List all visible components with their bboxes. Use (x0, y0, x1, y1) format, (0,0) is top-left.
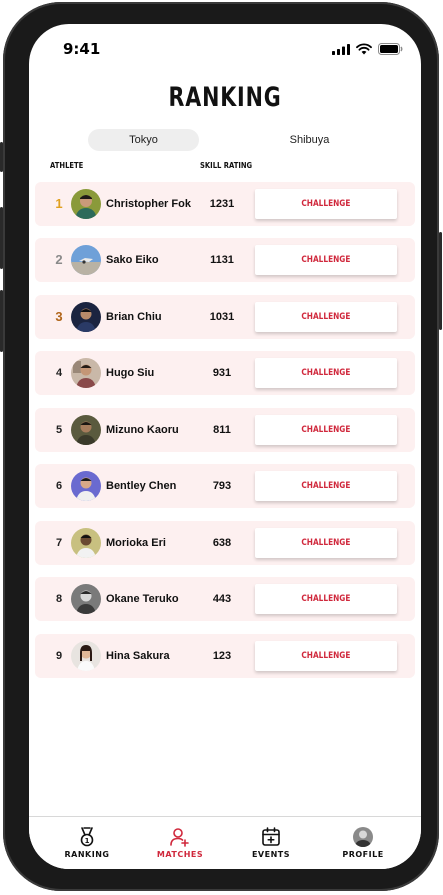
challenge-button[interactable]: CHALLENGE (255, 641, 397, 671)
skill-rating: 638 (212, 537, 232, 549)
athlete-name[interactable]: Hina Sakura (106, 634, 170, 678)
status-time: 9:41 (63, 40, 101, 58)
signal-icon (332, 43, 350, 55)
tab-events-label: EVENTS (251, 850, 291, 859)
ranking-row: 2 Sako Eiko 1131 CHALLENGE (35, 238, 415, 282)
avatar[interactable] (71, 245, 101, 275)
avatar[interactable] (71, 302, 101, 332)
tab-ranking[interactable]: 1 RANKING (47, 817, 127, 869)
skill-rating: 931 (212, 367, 232, 379)
challenge-button[interactable]: CHALLENGE (255, 189, 397, 219)
challenge-button[interactable]: CHALLENGE (255, 471, 397, 501)
location-segmented-control: Tokyo Shibuya (88, 129, 364, 151)
challenge-button-label: CHALLENGE (301, 481, 351, 491)
avatar[interactable] (71, 584, 101, 614)
ranking-row: 6 Bentley Chen 793 CHALLENGE (35, 464, 415, 508)
rank-number: 9 (55, 650, 63, 662)
rank-number: 4 (55, 367, 63, 379)
athlete-name[interactable]: Sako Eiko (106, 238, 159, 282)
challenge-button-label: CHALLENGE (301, 255, 351, 265)
wifi-icon (356, 43, 372, 55)
battery-icon (378, 43, 403, 55)
challenge-button-label: CHALLENGE (301, 425, 351, 435)
rank-number: 2 (55, 252, 63, 267)
athlete-name[interactable]: Okane Teruko (106, 577, 179, 621)
athlete-name[interactable]: Morioka Eri (106, 521, 166, 565)
tab-profile[interactable]: PROFILE (323, 817, 403, 869)
rank-number: 7 (55, 537, 63, 549)
avatar[interactable] (71, 641, 101, 671)
medal-icon: 1 (80, 827, 94, 847)
tab-shibuya[interactable]: Shibuya (254, 129, 365, 151)
avatar[interactable] (71, 528, 101, 558)
challenge-button-label: CHALLENGE (301, 594, 351, 604)
calendar-plus-icon (262, 827, 280, 846)
status-icons (332, 43, 403, 55)
page-title: RANKING (168, 82, 282, 113)
volume-down-button (0, 290, 3, 352)
rank-number: 1 (55, 196, 63, 211)
phone-frame: 9:41 RANKING Tokyo Shibuya ATHLETE SKILL… (0, 2, 442, 891)
skill-rating: 1031 (209, 311, 235, 323)
tab-ranking-label: RANKING (64, 850, 110, 859)
ranking-row: 4 Hugo Siu 931 CHALLENGE (35, 351, 415, 395)
ranking-row: 9 Hina Sakura 123 CHALLENGE (35, 634, 415, 678)
ranking-row: 5 Mizuno Kaoru 811 CHALLENGE (35, 408, 415, 452)
challenge-button-label: CHALLENGE (301, 368, 351, 378)
challenge-button[interactable]: CHALLENGE (255, 415, 397, 445)
tab-profile-label: PROFILE (342, 850, 384, 859)
skill-rating: 1131 (210, 254, 234, 266)
skill-rating: 1231 (209, 198, 235, 210)
avatar[interactable] (71, 415, 101, 445)
svg-text:1: 1 (85, 837, 90, 845)
athlete-name[interactable]: Hugo Siu (106, 351, 154, 395)
rank-number: 8 (55, 593, 63, 605)
rank-number: 5 (55, 424, 63, 436)
tab-tokyo[interactable]: Tokyo (88, 129, 199, 151)
athlete-name[interactable]: Christopher Fok (106, 182, 191, 226)
mute-switch (0, 142, 3, 172)
skill-rating: 811 (213, 424, 231, 436)
skill-rating: 443 (212, 593, 232, 605)
challenge-button-label: CHALLENGE (301, 651, 351, 661)
bottom-tab-bar: 1 RANKING MATCHES EVENTS PROFILE (29, 816, 421, 869)
avatar[interactable] (71, 471, 101, 501)
challenge-button[interactable]: CHALLENGE (255, 245, 397, 275)
avatar (353, 827, 373, 847)
challenge-button-label: CHALLENGE (301, 312, 351, 322)
skill-rating: 123 (212, 650, 232, 662)
avatar[interactable] (71, 358, 101, 388)
skill-rating: 793 (212, 480, 232, 492)
column-header-skill-rating: SKILL RATING (200, 161, 253, 170)
ranking-row: 3 Brian Chiu 1031 CHALLENGE (35, 295, 415, 339)
ranking-row: 7 Morioka Eri 638 CHALLENGE (35, 521, 415, 565)
ranking-row: 8 Okane Teruko 443 CHALLENGE (35, 577, 415, 621)
challenge-button[interactable]: CHALLENGE (255, 528, 397, 558)
avatar[interactable] (71, 189, 101, 219)
app-screen: 9:41 RANKING Tokyo Shibuya ATHLETE SKILL… (29, 24, 421, 869)
challenge-button[interactable]: CHALLENGE (255, 584, 397, 614)
ranking-row: 1 Christopher Fok 1231 CHALLENGE (35, 182, 415, 226)
athlete-name[interactable]: Mizuno Kaoru (106, 408, 179, 452)
challenge-button[interactable]: CHALLENGE (255, 302, 397, 332)
volume-up-button (0, 207, 3, 269)
athlete-name[interactable]: Bentley Chen (106, 464, 176, 508)
challenge-button-label: CHALLENGE (301, 199, 351, 209)
challenge-button[interactable]: CHALLENGE (255, 358, 397, 388)
rank-number: 3 (55, 309, 63, 324)
column-header-athlete: ATHLETE (50, 161, 84, 170)
tab-matches[interactable]: MATCHES (140, 817, 220, 869)
status-bar: 9:41 (29, 24, 421, 68)
tab-matches-label: MATCHES (156, 850, 204, 859)
athlete-name[interactable]: Brian Chiu (106, 295, 162, 339)
rank-number: 6 (55, 480, 63, 492)
challenge-button-label: CHALLENGE (301, 538, 351, 548)
add-user-icon (170, 828, 189, 847)
side-button (439, 232, 442, 330)
tab-events[interactable]: EVENTS (231, 817, 311, 869)
